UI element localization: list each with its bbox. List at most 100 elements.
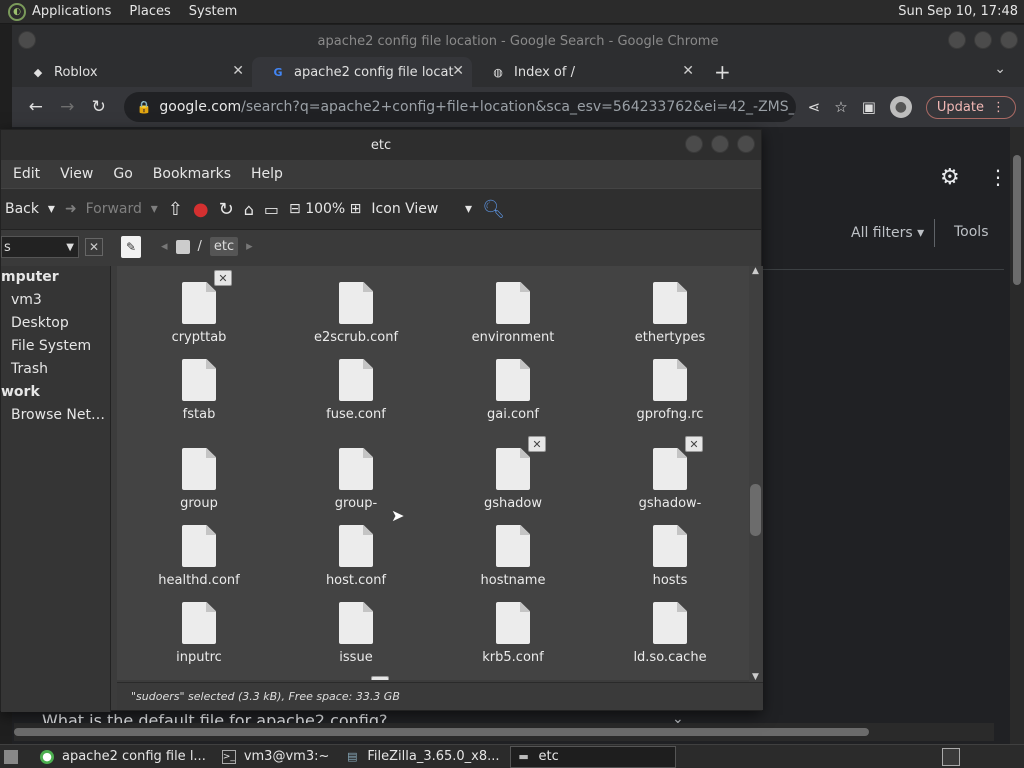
- menu-go[interactable]: Go: [113, 166, 132, 182]
- minimize-button[interactable]: [948, 31, 966, 49]
- menu-applications[interactable]: Applications: [32, 4, 111, 19]
- menu-edit[interactable]: Edit: [13, 166, 40, 182]
- up-button[interactable]: ⇧: [168, 199, 183, 220]
- crumb-etc[interactable]: etc: [209, 237, 239, 256]
- file-item[interactable]: ethertypes: [620, 282, 720, 345]
- file-item[interactable]: fstab: [149, 359, 249, 422]
- menu-view[interactable]: View: [60, 166, 93, 182]
- settings-gear-icon[interactable]: ⚙: [940, 165, 960, 190]
- roblox-icon: ◆: [33, 65, 43, 79]
- scrollbar-thumb[interactable]: [1013, 155, 1021, 285]
- home-icon[interactable]: ⌂: [244, 200, 254, 219]
- stop-button[interactable]: ●: [193, 199, 209, 220]
- close-window-button[interactable]: [737, 135, 755, 153]
- sidebar-item-browse-network[interactable]: Browse Net…: [1, 404, 110, 427]
- file-name: hostname: [480, 573, 546, 588]
- tab-google-search[interactable]: G apache2 config file location - Google …: [252, 57, 472, 87]
- clock[interactable]: Sun Sep 10, 17:48: [898, 4, 1018, 19]
- file-item[interactable]: group-: [306, 448, 406, 511]
- taskbar-item-chrome[interactable]: ● apache2 config file l...: [34, 746, 212, 768]
- crumb-right-arrow-icon[interactable]: ▸: [246, 239, 253, 254]
- search-icon[interactable]: 🔍︎: [482, 199, 505, 220]
- file-item[interactable]: host.conf: [306, 525, 406, 588]
- show-desktop-button[interactable]: [0, 746, 30, 768]
- new-tab-button[interactable]: +: [714, 60, 731, 84]
- menu-places[interactable]: Places: [129, 4, 170, 19]
- scroll-up-arrow-icon[interactable]: ▲: [752, 266, 759, 276]
- file-item[interactable]: group: [149, 448, 249, 511]
- minimize-button[interactable]: [685, 135, 703, 153]
- file-item[interactable]: krb5.conf: [463, 602, 563, 665]
- file-item[interactable]: hostname: [463, 525, 563, 588]
- distro-logo-icon[interactable]: ◐: [8, 2, 26, 21]
- file-item[interactable]: gai.conf: [463, 359, 563, 422]
- menu-bookmarks[interactable]: Bookmarks: [153, 166, 231, 182]
- page-scrollbar[interactable]: [1010, 127, 1024, 745]
- file-item[interactable]: hosts: [620, 525, 720, 588]
- chevron-down-icon[interactable]: ▾: [48, 201, 55, 217]
- taskbar-item-terminal[interactable]: >_ vm3@vm3:~: [216, 746, 336, 768]
- window-menu-icon[interactable]: [18, 31, 36, 49]
- edit-location-button[interactable]: ✎: [121, 236, 141, 258]
- tab-roblox[interactable]: ◆ Roblox ✕: [12, 57, 252, 87]
- filesystem-root-icon[interactable]: [175, 239, 190, 254]
- tab-close-icon[interactable]: ✕: [682, 63, 694, 79]
- bookmark-star-icon[interactable]: ☆: [834, 98, 847, 116]
- file-item[interactable]: healthd.conf: [149, 525, 249, 588]
- scroll-down-arrow-icon[interactable]: ▼: [752, 672, 759, 682]
- file-item[interactable]: environment: [463, 282, 563, 345]
- all-filters-button[interactable]: All filters ▾: [851, 225, 924, 241]
- forward-button[interactable]: ➜ Forward ▾: [65, 201, 158, 217]
- profile-avatar[interactable]: ●: [889, 96, 912, 118]
- scrollbar-thumb[interactable]: [750, 484, 761, 536]
- sidebar-item-trash[interactable]: Trash: [1, 358, 110, 381]
- workspace-switcher[interactable]: [942, 747, 960, 766]
- sidebar-pane-select[interactable]: s ▼: [1, 236, 79, 258]
- tools-button[interactable]: Tools: [954, 224, 989, 240]
- sidebar-item-desktop[interactable]: Desktop: [1, 312, 110, 335]
- tab-search-chevron-icon[interactable]: ⌄: [994, 61, 1006, 77]
- tab-close-icon[interactable]: ✕: [452, 63, 464, 79]
- url-path: /search?q=apache2+config+file+location&s…: [241, 99, 796, 115]
- update-button[interactable]: Update ⋮: [925, 95, 1016, 119]
- sidebar-item-vm3[interactable]: vm3: [1, 289, 110, 312]
- file-item[interactable]: inputrc: [149, 602, 249, 665]
- address-bar[interactable]: 🔒 google.com/search?q=apache2+config+fil…: [124, 92, 796, 122]
- computer-icon[interactable]: ▭: [264, 200, 279, 219]
- menu-system[interactable]: System: [189, 4, 237, 19]
- menu-help[interactable]: Help: [251, 166, 283, 182]
- taskbar-item-filezilla[interactable]: ▤ FileZilla_3.65.0_x8...: [339, 746, 505, 768]
- file-item[interactable]: gshadow-: [620, 448, 720, 511]
- file-item[interactable]: ld.so.cache: [620, 602, 720, 665]
- reload-button[interactable]: ↻: [219, 199, 234, 220]
- tab-close-icon[interactable]: ✕: [232, 63, 244, 79]
- scrollbar-thumb[interactable]: [14, 728, 869, 736]
- sidebar-item-file-system[interactable]: File System: [1, 335, 110, 358]
- file-item[interactable]: gprofng.rc: [620, 359, 720, 422]
- view-mode-select[interactable]: Icon View ▾: [371, 201, 472, 217]
- share-icon[interactable]: ⋖: [808, 98, 821, 116]
- file-grid-scrollbar[interactable]: ▲ ▼: [749, 266, 763, 682]
- lock-icon[interactable]: 🔒: [136, 100, 151, 114]
- close-window-button[interactable]: [1000, 31, 1018, 49]
- taskbar-item-etc[interactable]: ▬ etc: [509, 745, 676, 768]
- file-name: group: [180, 496, 218, 511]
- maximize-button[interactable]: [974, 31, 992, 49]
- forward-button[interactable]: →: [51, 97, 82, 117]
- back-button[interactable]: ←: [20, 97, 51, 117]
- tab-index-of[interactable]: ◍ Index of / ✕: [472, 57, 702, 87]
- close-sidebar-button[interactable]: ✕: [85, 238, 103, 256]
- file-item[interactable]: e2scrub.conf: [306, 282, 406, 345]
- horizontal-scrollbar[interactable]: [14, 723, 994, 741]
- zoom-out-button[interactable]: ⊟ 100% ⊞: [289, 201, 361, 217]
- file-item[interactable]: fuse.conf: [306, 359, 406, 422]
- back-button[interactable]: Back ▾: [5, 201, 55, 217]
- text-file-icon: [339, 448, 373, 490]
- maximize-button[interactable]: [711, 135, 729, 153]
- file-item[interactable]: issue: [306, 602, 406, 665]
- reload-button[interactable]: ↻: [83, 97, 114, 117]
- side-panel-icon[interactable]: ▣: [862, 98, 876, 116]
- file-item[interactable]: crypttab: [149, 282, 249, 345]
- file-item[interactable]: gshadow: [463, 448, 563, 511]
- crumb-left-arrow-icon[interactable]: ◂: [161, 239, 168, 254]
